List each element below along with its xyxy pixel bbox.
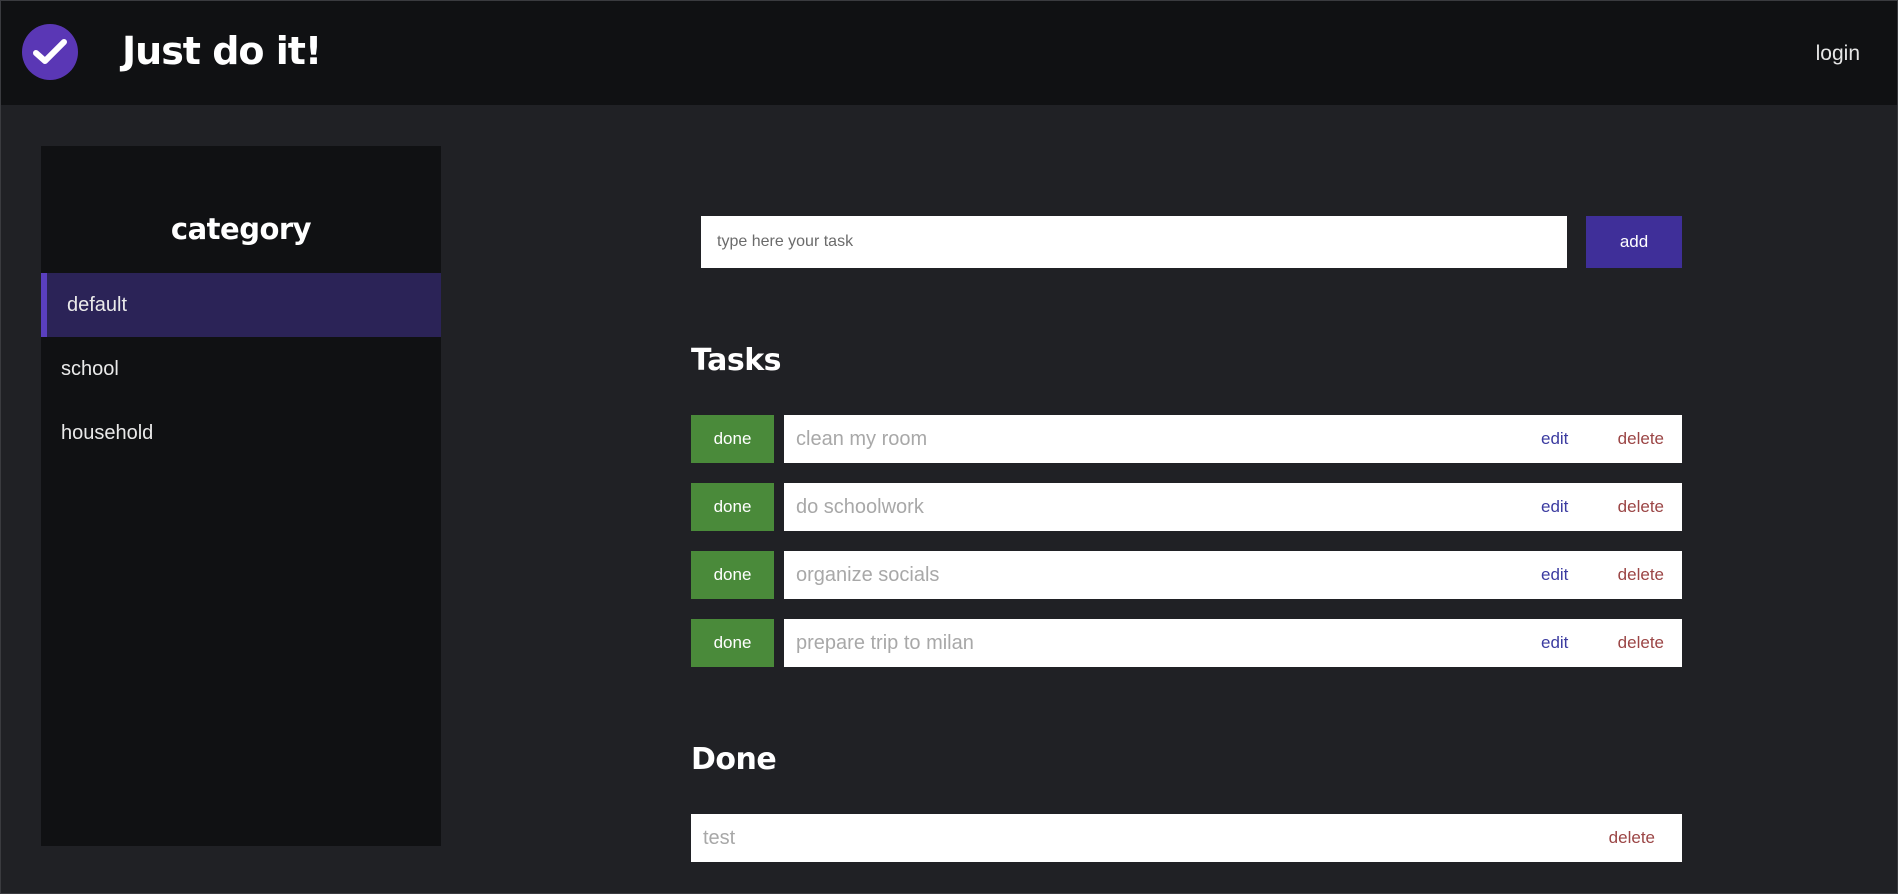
- task-row: done do schoolwork edit delete: [691, 483, 1682, 531]
- edit-link[interactable]: edit: [1541, 497, 1568, 517]
- tasks-heading: Tasks: [691, 343, 782, 378]
- delete-link[interactable]: delete: [1618, 565, 1664, 585]
- delete-link[interactable]: delete: [1618, 429, 1664, 449]
- login-link[interactable]: login: [1816, 42, 1860, 66]
- task-input[interactable]: [701, 216, 1567, 268]
- category-item-school[interactable]: school: [41, 337, 441, 401]
- done-list: test delete: [691, 814, 1682, 862]
- task-row: done clean my room edit delete: [691, 415, 1682, 463]
- done-button[interactable]: done: [691, 415, 774, 463]
- category-sidebar: category default school household: [41, 146, 441, 846]
- done-task-item: test delete: [691, 814, 1682, 862]
- edit-link[interactable]: edit: [1541, 429, 1568, 449]
- delete-link[interactable]: delete: [1609, 828, 1655, 848]
- app-title: Just do it!: [122, 29, 322, 73]
- category-item-household[interactable]: household: [41, 401, 441, 465]
- task-item: organize socials edit delete: [784, 551, 1682, 599]
- done-button[interactable]: done: [691, 551, 774, 599]
- delete-link[interactable]: delete: [1618, 633, 1664, 653]
- delete-link[interactable]: delete: [1618, 497, 1664, 517]
- sidebar-title: category: [170, 212, 312, 246]
- edit-link[interactable]: edit: [1541, 633, 1568, 653]
- done-task-text: test: [703, 826, 736, 849]
- task-item: prepare trip to milan edit delete: [784, 619, 1682, 667]
- check-circle-icon[interactable]: [22, 24, 78, 80]
- task-row: done prepare trip to milan edit delete: [691, 619, 1682, 667]
- category-item-default[interactable]: default: [41, 273, 441, 337]
- done-heading: Done: [691, 742, 777, 777]
- done-button[interactable]: done: [691, 619, 774, 667]
- add-task-button[interactable]: add: [1586, 216, 1682, 268]
- category-list: default school household: [41, 273, 441, 465]
- task-list: done clean my room edit delete done do s…: [691, 415, 1682, 687]
- edit-link[interactable]: edit: [1541, 565, 1568, 585]
- task-item: clean my room edit delete: [784, 415, 1682, 463]
- app: Just do it! login category default schoo…: [0, 0, 1898, 894]
- done-button[interactable]: done: [691, 483, 774, 531]
- header: Just do it! login: [1, 1, 1897, 105]
- task-row: done organize socials edit delete: [691, 551, 1682, 599]
- task-item: do schoolwork edit delete: [784, 483, 1682, 531]
